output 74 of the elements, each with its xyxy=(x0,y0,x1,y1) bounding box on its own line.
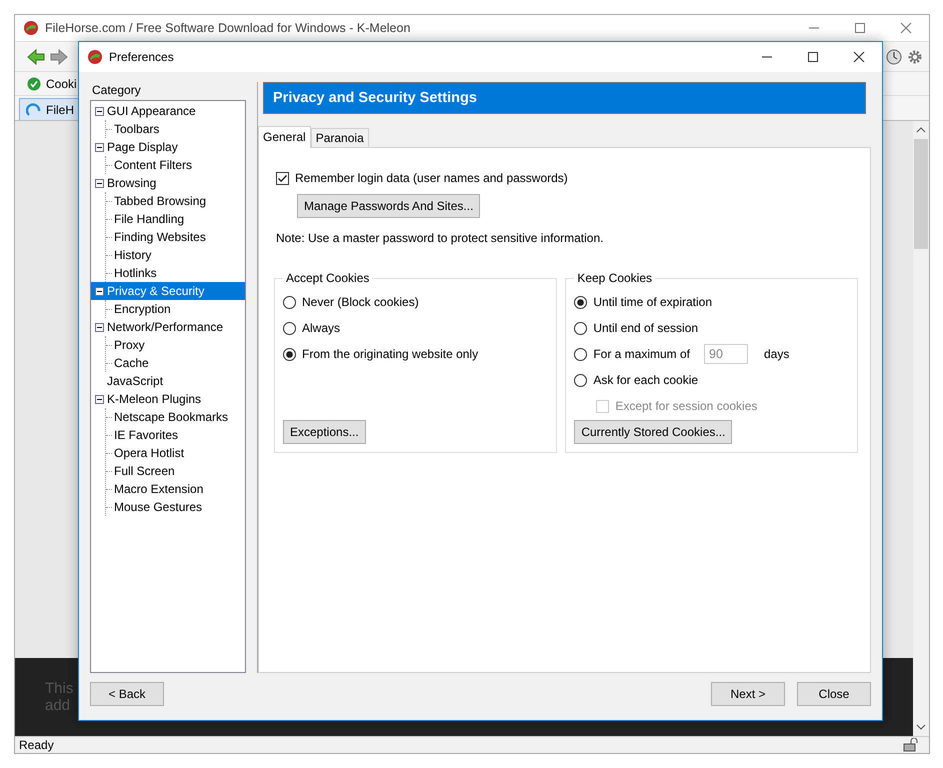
radio-label: From the originating website only xyxy=(302,347,478,361)
app-icon xyxy=(23,20,39,36)
tree-item[interactable]: Content Filters xyxy=(114,156,192,174)
checkbox-label: Except for session cookies xyxy=(615,399,758,413)
bookmark-link[interactable]: Cooki xyxy=(27,76,77,90)
group-title: Keep Cookies xyxy=(576,271,654,285)
collapse-icon[interactable] xyxy=(95,394,104,404)
collapse-icon[interactable] xyxy=(95,142,104,152)
scroll-thumb[interactable] xyxy=(914,139,928,249)
tree-item[interactable]: Netscape Bookmarks xyxy=(114,408,228,426)
tree-item[interactable]: Encryption xyxy=(114,300,171,318)
note-text: Note: Use a master password to protect sensitive information. xyxy=(276,231,604,245)
checkbox-label: Remember login data (user names and passwords) xyxy=(295,171,568,185)
scroll-up-icon xyxy=(916,127,926,133)
dialog-title: Preferences xyxy=(109,50,174,64)
radio-button[interactable] xyxy=(283,296,296,308)
unit-label: days xyxy=(764,347,790,361)
tree-item[interactable]: File Handling xyxy=(114,210,184,228)
tree-item[interactable]: GUI Appearance xyxy=(107,102,196,120)
tree-item[interactable]: History xyxy=(114,246,152,264)
tree-item[interactable]: JavaScript xyxy=(107,372,164,390)
checkbox[interactable] xyxy=(276,172,289,184)
radio-label: Until time of expiration xyxy=(593,295,712,309)
radio-button[interactable] xyxy=(283,322,296,334)
tab[interactable]: Paranoia xyxy=(310,128,369,147)
manage-passwords-button[interactable]: Manage Passwords And Sites... xyxy=(297,194,480,218)
collapse-icon[interactable] xyxy=(95,322,104,332)
tree-item[interactable]: Toolbars xyxy=(114,120,160,138)
radio-button[interactable] xyxy=(574,322,588,334)
app-icon xyxy=(87,49,103,65)
tree-item[interactable]: Page Display xyxy=(107,138,178,156)
radio-button[interactable] xyxy=(574,374,588,386)
settings-icon[interactable] xyxy=(907,48,923,64)
forward-arrow-icon[interactable] xyxy=(50,48,68,64)
radio-label: Until end of session xyxy=(593,321,698,335)
radio-label: Always xyxy=(302,321,340,335)
tree-item[interactable]: IE Favorites xyxy=(114,426,178,444)
tree-item[interactable]: Network/Performance xyxy=(107,318,224,336)
swirl-icon xyxy=(26,102,42,118)
tree-item[interactable]: Macro Extension xyxy=(114,480,204,498)
tree-item[interactable]: Cache xyxy=(114,354,149,372)
radio-label: For a maximum of xyxy=(593,347,690,361)
radio-button[interactable] xyxy=(574,348,588,360)
clock-icon[interactable] xyxy=(886,48,902,64)
exceptions-button[interactable]: Exceptions... xyxy=(283,420,366,444)
dialog-button[interactable]: Next > xyxy=(711,682,785,706)
dialog-button[interactable]: Close xyxy=(797,682,871,706)
tree-item[interactable]: Opera Hotlist xyxy=(114,444,184,462)
tree-item[interactable]: Finding Websites xyxy=(114,228,206,246)
tree-item[interactable]: Proxy xyxy=(114,336,145,354)
back-arrow-icon[interactable] xyxy=(27,48,45,64)
radio-label: Never (Block cookies) xyxy=(302,295,419,309)
collapse-icon[interactable] xyxy=(95,178,104,188)
radio-button[interactable] xyxy=(283,348,296,360)
group-title: Accept Cookies xyxy=(285,271,370,285)
tree-item[interactable]: Full Screen xyxy=(114,462,175,480)
window-title: FileHorse.com / Free Software Download for Windows - K-Meleon xyxy=(45,21,410,35)
check-icon xyxy=(27,76,41,90)
status-text: Ready xyxy=(19,738,54,752)
tree-item[interactable]: Browsing xyxy=(107,174,156,192)
radio-label: Ask for each cookie xyxy=(593,373,698,387)
category-label: Category xyxy=(91,82,142,99)
tree-item[interactable]: Tabbed Browsing xyxy=(114,192,206,210)
radio-button[interactable] xyxy=(574,296,588,308)
collapse-icon[interactable] xyxy=(95,286,104,296)
tree-item[interactable]: Hotlinks xyxy=(114,264,157,282)
stored-cookies-button[interactable]: Currently Stored Cookies... xyxy=(574,420,732,444)
dialog-button[interactable]: < Back xyxy=(90,682,164,706)
tree-item[interactable]: Mouse Gestures xyxy=(114,498,202,516)
scroll-down-icon xyxy=(916,724,926,730)
tree-item[interactable]: K-Meleon Plugins xyxy=(107,390,202,408)
tab[interactable]: General xyxy=(258,126,311,148)
section-header: Privacy and Security Settings xyxy=(263,82,866,114)
collapse-icon[interactable] xyxy=(95,106,104,116)
